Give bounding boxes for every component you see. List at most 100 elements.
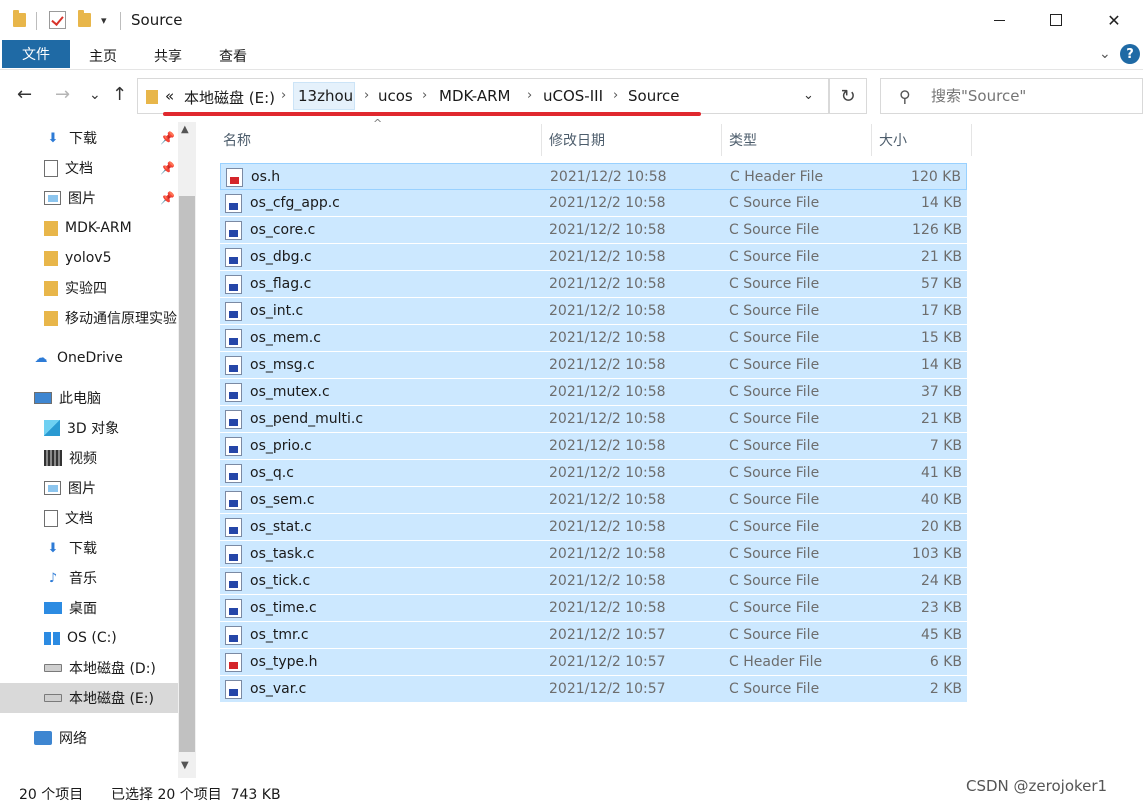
file-row[interactable]: os_type.h 2021/12/2 10:57 C Header File 6 K… — [220, 649, 967, 676]
breadcrumb-item[interactable]: uCOS-III — [543, 87, 603, 105]
scroll-up-arrow-icon[interactable]: ▲ — [181, 124, 189, 135]
tab-view[interactable]: 查看 — [219, 46, 247, 66]
file-row[interactable]: os_msg.c 2021/12/2 10:58 C Source File 14 K… — [220, 352, 967, 379]
scrollbar-thumb[interactable] — [179, 196, 195, 752]
back-button[interactable]: ← — [17, 84, 32, 105]
file-row[interactable]: os_core.c 2021/12/2 10:58 C Source File 126… — [220, 217, 967, 244]
download-icon: ⬇ — [47, 130, 59, 146]
file-row[interactable]: os_mutex.c 2021/12/2 10:58 C Source File 37… — [220, 379, 967, 406]
recent-locations-button[interactable]: ⌄ — [89, 87, 101, 103]
sidebar-item-music[interactable]: ♪ 音乐 — [0, 563, 178, 593]
file-row[interactable]: os_task.c 2021/12/2 10:58 C Source File 103… — [220, 541, 967, 568]
search-input[interactable] — [931, 87, 1131, 105]
sidebar-item-yolov5[interactable]: yolov5 — [0, 243, 178, 273]
close-button[interactable]: ✕ — [1085, 0, 1143, 40]
sidebar-item-this-pc[interactable]: 此电脑 — [0, 383, 178, 413]
folder-icon — [44, 220, 58, 236]
forward-button[interactable]: → — [55, 84, 70, 105]
sidebar-scrollbar[interactable]: ▲ ▼ — [178, 122, 196, 778]
expand-ribbon-chevron-icon[interactable]: ⌄ — [1099, 46, 1111, 62]
file-row[interactable]: os_flag.c 2021/12/2 10:58 C Source File 57 … — [220, 271, 967, 298]
file-row[interactable]: os_sem.c 2021/12/2 10:58 C Source File 40 K… — [220, 487, 967, 514]
minimize-button[interactable] — [970, 0, 1028, 40]
sidebar-item-os-c[interactable]: OS (C:) — [0, 623, 178, 653]
column-divider[interactable] — [871, 124, 872, 156]
address-bar[interactable]: « 本地磁盘 (E:) › 13zhou › ucos › MDK-ARM › … — [137, 78, 829, 114]
tab-file[interactable]: 文件 — [2, 40, 70, 68]
column-divider[interactable] — [541, 124, 542, 156]
file-name: os_var.c — [250, 681, 307, 697]
file-row[interactable]: os.h 2021/12/2 10:58 C Header File 120 KB — [220, 163, 967, 190]
column-header-size[interactable]: 大小 — [879, 124, 907, 156]
file-row[interactable]: os_pend_multi.c 2021/12/2 10:58 C Source F… — [220, 406, 967, 433]
breadcrumb-item[interactable]: 本地磁盘 (E:) — [184, 87, 275, 108]
breadcrumb-overflow[interactable]: « — [165, 87, 174, 105]
column-divider[interactable] — [721, 124, 722, 156]
breadcrumb-item[interactable]: MDK-ARM — [439, 87, 510, 105]
quick-access-dropdown[interactable]: ▾ — [101, 14, 107, 27]
pin-icon[interactable]: 📌 — [160, 191, 175, 205]
column-header-date[interactable]: 修改日期 — [549, 124, 605, 156]
breadcrumb-item[interactable]: Source — [628, 87, 680, 105]
file-row[interactable]: os_time.c 2021/12/2 10:58 C Source File 23 … — [220, 595, 967, 622]
file-row[interactable]: os_var.c 2021/12/2 10:57 C Source File 2 KB — [220, 676, 967, 703]
c-source-file-icon — [225, 518, 242, 537]
sidebar-item-mobile-comm-lab[interactable]: 移动通信原理实验 — [0, 303, 178, 333]
annotation-underline — [163, 112, 701, 116]
music-icon: ♪ — [48, 570, 58, 586]
file-row[interactable]: os_mem.c 2021/12/2 10:58 C Source File 15 K… — [220, 325, 967, 352]
breadcrumb-separator[interactable]: › — [613, 88, 618, 103]
address-dropdown-chevron-icon[interactable]: ⌄ — [803, 88, 814, 103]
sidebar-item-network[interactable]: 网络 — [0, 723, 178, 753]
file-type: C Source File — [729, 330, 820, 346]
scroll-down-arrow-icon[interactable]: ▼ — [181, 760, 189, 771]
column-divider[interactable] — [971, 124, 972, 156]
sidebar-item-pictures-pc[interactable]: 图片 — [0, 473, 178, 503]
file-row[interactable]: os_q.c 2021/12/2 10:58 C Source File 41 KB — [220, 460, 967, 487]
sidebar-item-downloads[interactable]: ⬇ 下载 — [0, 123, 178, 153]
file-size: 2 KB — [929, 681, 962, 697]
maximize-button[interactable] — [1027, 0, 1085, 40]
pin-icon[interactable]: 📌 — [160, 131, 175, 145]
sidebar-item-mdk-arm[interactable]: MDK-ARM — [0, 213, 178, 243]
sidebar-item-drive-d[interactable]: 本地磁盘 (D:) — [0, 653, 178, 683]
file-row[interactable]: os_stat.c 2021/12/2 10:58 C Source File 20 … — [220, 514, 967, 541]
properties-checkbox-icon[interactable] — [49, 11, 66, 29]
sidebar-item-drive-e[interactable]: 本地磁盘 (E:) — [0, 683, 178, 713]
new-folder-icon[interactable] — [78, 10, 91, 27]
sidebar-item-videos[interactable]: 视频 — [0, 443, 178, 473]
sidebar-item-documents-pc[interactable]: 文档 — [0, 503, 178, 533]
sidebar-item-pictures[interactable]: 图片 — [0, 183, 178, 213]
file-date: 2021/12/2 10:58 — [550, 169, 667, 185]
search-box[interactable]: ⚲ — [880, 78, 1143, 114]
refresh-button[interactable]: ↻ — [829, 78, 867, 114]
sidebar-item-3d-objects[interactable]: 3D 对象 — [0, 413, 178, 443]
sidebar-item-downloads-pc[interactable]: ⬇ 下载 — [0, 533, 178, 563]
file-row[interactable]: os_tick.c 2021/12/2 10:58 C Source File 24 … — [220, 568, 967, 595]
breadcrumb-separator[interactable]: › — [422, 88, 427, 103]
file-row[interactable]: os_cfg_app.c 2021/12/2 10:58 C Source File… — [220, 190, 967, 217]
up-button[interactable]: ↑ — [112, 84, 127, 105]
column-header-type[interactable]: 类型 — [729, 124, 757, 156]
breadcrumb-item[interactable]: ucos — [378, 87, 413, 105]
sidebar-item-experiment-4[interactable]: 实验四 — [0, 273, 178, 303]
file-type: C Source File — [729, 519, 820, 535]
sidebar-item-onedrive[interactable]: ☁ OneDrive — [0, 343, 178, 373]
file-type: C Source File — [729, 222, 820, 238]
help-icon[interactable]: ? — [1120, 44, 1140, 64]
breadcrumb-separator[interactable]: › — [364, 88, 369, 103]
breadcrumb-separator[interactable]: › — [281, 88, 286, 103]
breadcrumb-separator[interactable]: › — [527, 88, 532, 103]
sidebar-item-desktop[interactable]: 桌面 — [0, 593, 178, 623]
column-header-name[interactable]: 名称 — [223, 124, 251, 156]
tab-share[interactable]: 共享 — [154, 46, 182, 66]
file-row[interactable]: os_int.c 2021/12/2 10:58 C Source File 17 K… — [220, 298, 967, 325]
breadcrumb-item[interactable]: 13zhou — [298, 87, 353, 105]
pin-icon[interactable]: 📌 — [160, 161, 175, 175]
file-row[interactable]: os_tmr.c 2021/12/2 10:57 C Source File 45 K… — [220, 622, 967, 649]
file-row[interactable]: os_prio.c 2021/12/2 10:58 C Source File 7 K… — [220, 433, 967, 460]
tab-home[interactable]: 主页 — [89, 46, 117, 66]
file-type: C Source File — [729, 303, 820, 319]
sidebar-item-documents[interactable]: 文档 — [0, 153, 178, 183]
file-row[interactable]: os_dbg.c 2021/12/2 10:58 C Source File 21 K… — [220, 244, 967, 271]
